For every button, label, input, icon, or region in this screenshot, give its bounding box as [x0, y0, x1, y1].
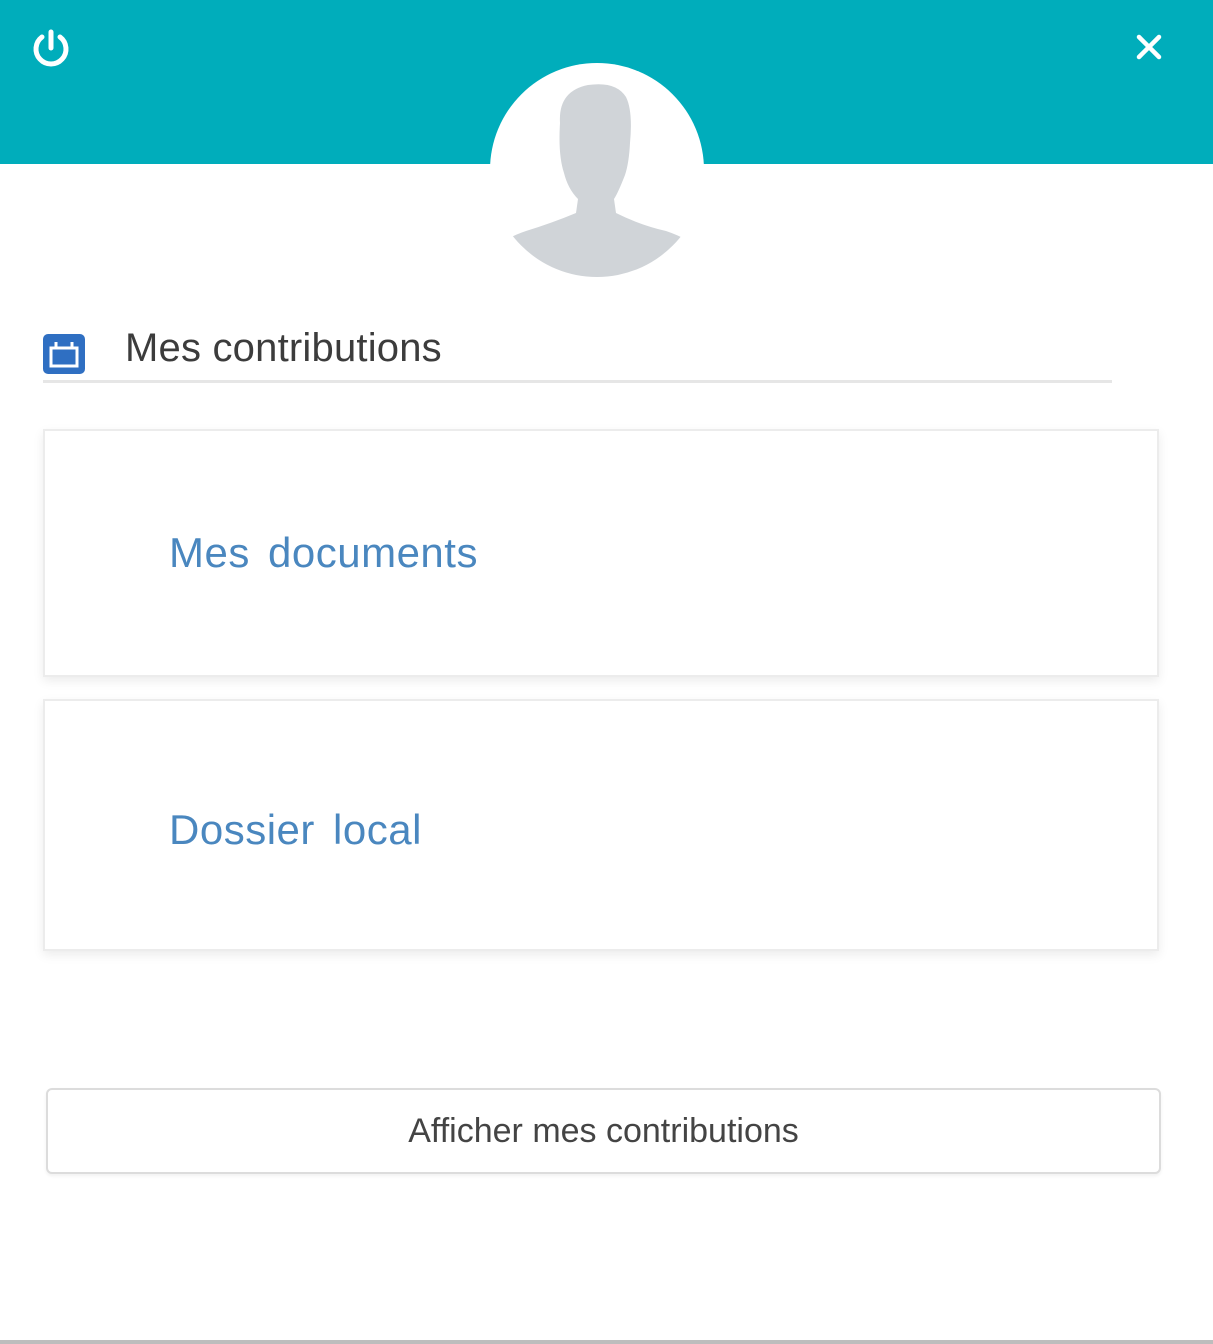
user-panel: Mes contributions Mes documents Dossier … [0, 0, 1213, 1344]
show-contributions-button[interactable]: Afficher mes contributions [46, 1088, 1161, 1174]
card-label: Mes documents [169, 529, 478, 576]
logout-button[interactable] [26, 24, 76, 74]
card-dossier-local[interactable]: Dossier local [43, 699, 1159, 951]
section-title: Mes contributions [125, 326, 442, 370]
avatar [490, 63, 704, 277]
card-mes-documents[interactable]: Mes documents [43, 429, 1159, 677]
power-icon [33, 29, 69, 67]
close-icon [1136, 34, 1162, 60]
close-button[interactable] [1124, 22, 1174, 72]
show-contributions-label: Afficher mes contributions [408, 1111, 799, 1150]
user-silhouette-icon [490, 84, 704, 277]
section-header: Mes contributions [43, 322, 1112, 383]
bottom-divider [0, 1340, 1213, 1344]
card-label: Dossier local [169, 806, 422, 853]
contributions-icon [43, 334, 85, 374]
